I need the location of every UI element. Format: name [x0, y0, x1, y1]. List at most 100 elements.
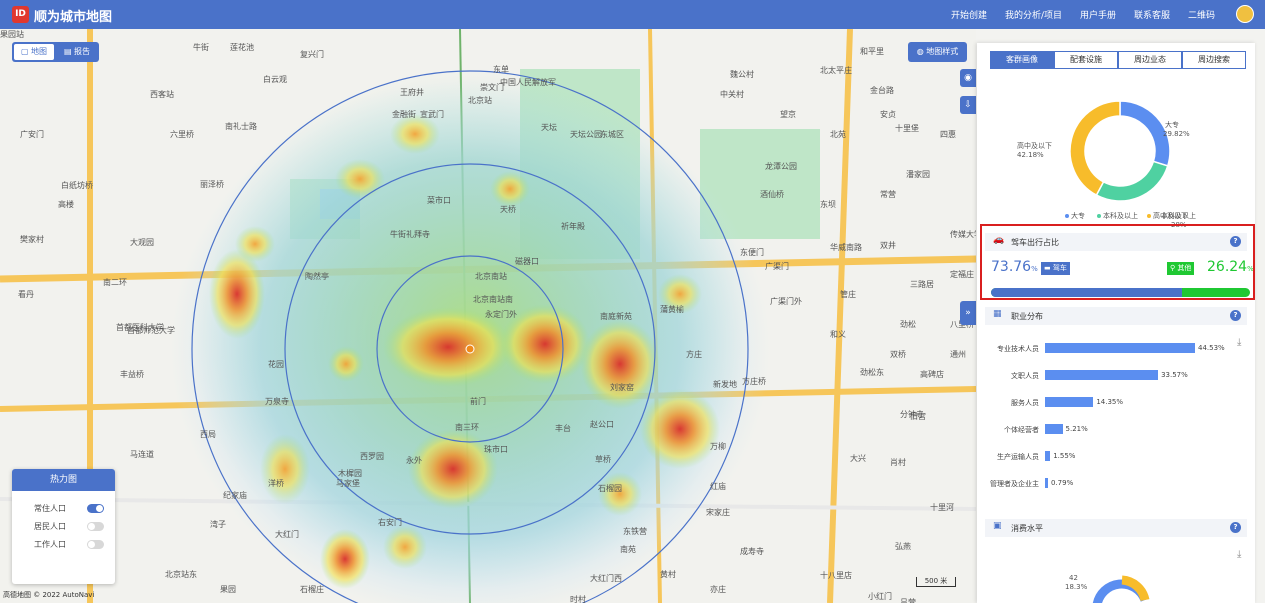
heat-spot: [260, 434, 310, 504]
map-place-label: 复兴门: [300, 50, 324, 59]
map-place-label: 十八里店: [820, 571, 852, 580]
bar[interactable]: [1045, 478, 1048, 488]
map-place-label: 定福庄: [950, 270, 974, 279]
report-view-button[interactable]: ▤ 报告: [57, 44, 97, 60]
map-place-label: 通州: [950, 350, 966, 359]
eye-icon[interactable]: ◉: [960, 69, 976, 87]
layer-toggle-resident[interactable]: [87, 504, 104, 513]
map-scale: 500 米: [916, 577, 956, 587]
donut-label-dazhuan: 大专: [1165, 120, 1179, 129]
map-place-label: 大观园: [130, 238, 154, 247]
map-place-label: 纪家庙: [223, 491, 247, 500]
consumption-section-header: ▣ 消费水平 ?: [985, 519, 1247, 537]
east-ring-road: [827, 29, 853, 603]
map-place-label: 天坛: [541, 123, 557, 132]
donut-slice[interactable]: [1069, 100, 1121, 197]
map-place-label: 牛街: [193, 43, 209, 52]
map-place-label: 成寿寺: [740, 547, 764, 556]
map-place-label: 南庭新苑: [600, 312, 632, 321]
map-canvas[interactable]: 牛街 南礼士路 中国人民解放军 广安门 白纸坊桥 大观园 首都医科大学 南二环 陶然亭 北京南站永…: [0, 29, 976, 603]
map-style-button[interactable]: ◍ 地图样式: [908, 42, 967, 62]
bar[interactable]: [1045, 424, 1063, 434]
map-place-label: 安贞: [880, 110, 896, 119]
map-place-label: 湾子: [210, 520, 226, 529]
map-place-label: 劲松: [900, 320, 916, 329]
map-place-label: 宣武门: [420, 110, 444, 119]
map-style-label: 地图样式: [926, 47, 959, 56]
map-place-label: 菜市口: [427, 196, 451, 205]
bar[interactable]: [1045, 451, 1051, 461]
nav-my-analysis[interactable]: 我的分析/项目: [1005, 8, 1062, 21]
tab-facilities[interactable]: 配套设施: [1054, 51, 1118, 69]
donut-label-gaozhong-pct: 42.18%: [1017, 151, 1044, 159]
tab-nearby-search[interactable]: 周边搜索: [1182, 51, 1246, 69]
map-place-label: 崇文门: [480, 83, 504, 92]
map-place-label: 东城区: [600, 130, 624, 139]
nav-user-manual[interactable]: 用户手册: [1080, 8, 1116, 21]
bar[interactable]: [1045, 343, 1195, 353]
layer-toggle-residential[interactable]: [87, 522, 104, 531]
center-marker[interactable]: [465, 344, 475, 354]
legend-label: 本科及以上: [1103, 212, 1138, 220]
map-place-label: 万泉寺: [265, 397, 289, 406]
map-place-label: 前门: [470, 397, 486, 406]
help-icon[interactable]: ?: [1230, 522, 1241, 533]
map-place-label: 南二环: [103, 278, 127, 287]
map-place-label: 望京: [780, 110, 796, 119]
analysis-panel: 客群画像 配套设施 周边业态 周边搜索 大专 29.82% 本科及以上 28% …: [977, 43, 1255, 603]
map-place-label: 三路居: [910, 280, 934, 289]
nav-contact[interactable]: 联系客服: [1134, 8, 1170, 21]
donut-slice[interactable]: [1095, 160, 1169, 202]
consumption-title: 消费水平: [1011, 524, 1043, 533]
map-place-label: 南三环: [455, 423, 479, 432]
layer-toggle-working[interactable]: [87, 540, 104, 549]
bar[interactable]: [1045, 397, 1094, 407]
map-place-label: 十里堡: [895, 124, 919, 133]
donut-label-dazhuan-pct: 29.82%: [1163, 130, 1190, 138]
occupation-section-header: ▦ 职业分布 ?: [985, 307, 1247, 325]
tab-nearby-business[interactable]: 周边业态: [1118, 51, 1182, 69]
heat-spot: [320, 529, 370, 589]
collapse-panel-icon[interactable]: »: [960, 301, 976, 325]
map-view-button[interactable]: ▢ 地图: [14, 44, 54, 60]
map-place-label: 珠市口: [484, 445, 508, 454]
map-place-label: 白纸坊桥: [61, 181, 93, 190]
map-place-label: 魏公村: [730, 70, 754, 79]
app-title: 顺为城市地图: [34, 10, 113, 25]
map-place-label: 高楼: [58, 200, 74, 209]
map-place-label: 陶然亭: [305, 272, 329, 281]
map-place-label: 首都师范大学: [127, 326, 175, 335]
layer-row-working: 工作人口: [12, 538, 115, 552]
map-place-label: 北京南站南: [473, 295, 513, 304]
layer-row-residential: 居民人口: [12, 520, 115, 534]
map-place-label: 东铁营: [623, 527, 647, 536]
map-place-label: 莲花池: [230, 43, 254, 52]
heat-layer-panel: 热力图 常住人口 居民人口 工作人口: [12, 469, 115, 584]
top-bar: ID 顺为城市地图 开始创建 我的分析/项目 用户手册 联系客服 二维码: [0, 0, 1265, 29]
map-place-label: 劲松东: [860, 368, 884, 377]
map-place-label: 黄村: [660, 570, 676, 579]
download-icon[interactable]: ⇩: [960, 96, 976, 114]
map-place-label: 右安门: [378, 518, 402, 527]
download-consumption-icon[interactable]: ⤓: [1237, 549, 1241, 560]
map-place-label: 果园站: [0, 30, 24, 39]
layer-row-resident: 常住人口: [12, 502, 115, 516]
help-icon[interactable]: ?: [1230, 310, 1241, 321]
map-place-label: 亦庄: [710, 585, 726, 594]
map-place-label: 赵公口: [590, 420, 614, 429]
bar-label: 个体经营者: [1004, 426, 1039, 434]
map-place-label: 方庄桥: [742, 377, 766, 386]
map-place-label: 双井: [880, 241, 896, 250]
donut-label-gaozhong: 高中及以下: [1017, 141, 1052, 150]
map-place-label: 大红门西: [590, 574, 622, 583]
nav-start-create[interactable]: 开始创建: [951, 8, 987, 21]
user-avatar[interactable]: [1236, 5, 1254, 23]
bar[interactable]: [1045, 370, 1159, 380]
map-place-label: 果园: [220, 585, 236, 594]
nav-qrcode[interactable]: 二维码: [1188, 8, 1215, 21]
tab-customer-profile[interactable]: 客群画像: [990, 51, 1054, 69]
bar-label: 服务人员: [1011, 399, 1039, 407]
panel-tabs: 客群画像 配套设施 周边业态 周边搜索: [990, 51, 1246, 69]
map-place-label: 石榴庄: [300, 585, 324, 594]
report-icon: ▤: [63, 47, 75, 56]
